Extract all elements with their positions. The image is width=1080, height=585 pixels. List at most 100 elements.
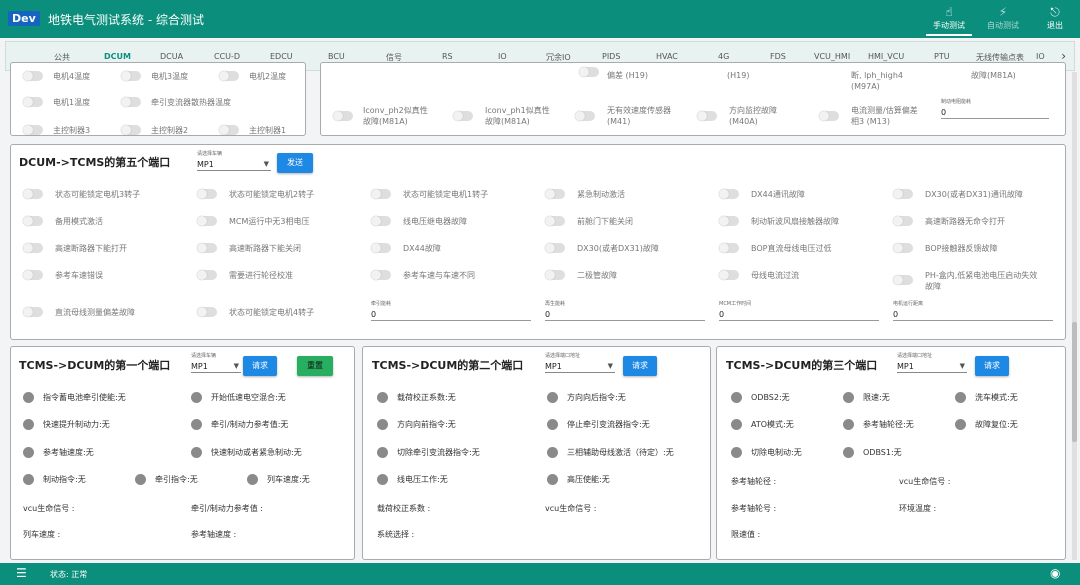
auto-test-button[interactable]: ⚡ 自动测试: [980, 4, 1026, 36]
toggle-switch[interactable]: [23, 71, 43, 81]
toggle-switch[interactable]: [197, 307, 217, 317]
tab-pids[interactable]: PIDS: [602, 52, 620, 61]
toggle-switch[interactable]: [719, 270, 739, 280]
toggle-switch[interactable]: [719, 189, 739, 199]
toggle-switch[interactable]: [579, 67, 599, 77]
port5-panel: DCUM->TCMS的第五个端口 请选择车辆 MP1 ▼ 发送 状态可能锁定电机3转…: [10, 144, 1066, 340]
request-button[interactable]: 请求: [975, 356, 1009, 376]
toggle-switch[interactable]: [23, 307, 43, 317]
toggle-switch[interactable]: [23, 216, 43, 226]
app-header: Dev 地铁电气测试系统 - 综合测试 ☝ 手动测试 ⚡ 自动测试 ⎋ 退出: [0, 0, 1080, 38]
request-button[interactable]: 请求: [243, 356, 277, 376]
toggle-switch[interactable]: [893, 243, 913, 253]
toggle-switch[interactable]: [545, 189, 565, 199]
tab-io[interactable]: IO: [498, 52, 507, 61]
toggle-switch[interactable]: [219, 125, 239, 135]
toggle-switch[interactable]: [371, 216, 391, 226]
chevron-down-icon: ▼: [959, 362, 965, 370]
toggle-switch[interactable]: [371, 189, 391, 199]
toggle-label: (H19): [727, 71, 750, 80]
tab-dcua[interactable]: DCUA: [160, 52, 183, 61]
toggle-switch[interactable]: [23, 189, 43, 199]
mcm-worktime-field[interactable]: MCM工作时间 0: [719, 301, 879, 321]
send-button[interactable]: 发送: [277, 153, 313, 173]
manual-test-button[interactable]: ☝ 手动测试: [926, 4, 972, 36]
toggle-switch[interactable]: [371, 243, 391, 253]
tab-vcu-hmi[interactable]: VCU_HMI: [814, 52, 850, 61]
traction-energy-field[interactable]: 牵引能耗 0: [371, 301, 531, 321]
toggle-switch[interactable]: [719, 243, 739, 253]
vertical-scrollbar[interactable]: [1072, 72, 1077, 560]
chevron-right-icon[interactable]: ›: [1061, 49, 1066, 63]
tab-io-2[interactable]: IO: [1036, 52, 1045, 61]
toggle-switch[interactable]: [333, 111, 353, 121]
toggle-label: 电机3温度: [151, 72, 189, 81]
toggle-switch[interactable]: [121, 97, 141, 107]
request-button[interactable]: 请求: [623, 356, 657, 376]
toggle-switch[interactable]: [121, 71, 141, 81]
toggle-switch[interactable]: [371, 270, 391, 280]
port-address-select[interactable]: 请选择端口地址 MP1 ▼: [897, 353, 967, 373]
toggle-switch[interactable]: [893, 189, 913, 199]
toggle-switch[interactable]: [219, 71, 239, 81]
status-indicator: [547, 474, 558, 485]
status-indicator: [377, 474, 388, 485]
toggle-switch[interactable]: [197, 216, 217, 226]
vehicle-select[interactable]: 请选择车辆 MP1 ▼: [197, 151, 271, 171]
indicator-label: 列车速度:无: [267, 475, 310, 484]
tab-edcu[interactable]: EDCU: [270, 52, 293, 61]
status-indicator: [843, 447, 854, 458]
eye-icon[interactable]: ◉: [1050, 566, 1060, 580]
menu-icon[interactable]: ☰: [16, 566, 27, 580]
toggle-switch[interactable]: [23, 125, 43, 135]
tab-hmi-vcu[interactable]: HMI_VCU: [868, 52, 904, 61]
toggle-switch[interactable]: [197, 189, 217, 199]
toggle-switch[interactable]: [121, 125, 141, 135]
toggle-switch[interactable]: [893, 275, 913, 285]
toggle-switch[interactable]: [545, 270, 565, 280]
status-indicator: [843, 392, 854, 403]
status-indicator: [23, 447, 34, 458]
tab-hvac[interactable]: HVAC: [656, 52, 678, 61]
regen-energy-field[interactable]: 再生能耗 0: [545, 301, 705, 321]
tab-ptu[interactable]: PTU: [934, 52, 950, 61]
indicator-label: 洗车模式:无: [975, 393, 1018, 402]
toggle-switch[interactable]: [23, 243, 43, 253]
port-address-select[interactable]: 请选择端口地址 MP1 ▼: [545, 353, 615, 373]
toggle-label: PH-盒内,低紧电池电压启动失效 故障: [925, 271, 1038, 291]
tab-4g[interactable]: 4G: [718, 52, 729, 61]
tab-ccu-d[interactable]: CCU-D: [214, 52, 240, 61]
exit-button[interactable]: ⎋ 退出: [1032, 4, 1078, 36]
toggle-switch[interactable]: [23, 270, 43, 280]
toggle-switch[interactable]: [453, 111, 473, 121]
toggle-label: 制动斩波风扇接触器故障: [751, 217, 839, 226]
toggle-switch[interactable]: [545, 243, 565, 253]
toggle-switch[interactable]: [893, 216, 913, 226]
tab-fds[interactable]: FDS: [770, 52, 786, 61]
toggle-switch[interactable]: [197, 270, 217, 280]
indicator-label: 制动指令:无: [43, 475, 86, 484]
ref-wheel-diameter-field: 参考轴轮径 :: [731, 477, 777, 486]
toggle-switch[interactable]: [719, 216, 739, 226]
vehicle-select[interactable]: 请选择车辆 MP1 ▼: [191, 353, 241, 373]
status-indicator: [843, 419, 854, 430]
toggle-switch[interactable]: [819, 111, 839, 121]
indicator-label: 牵引指令:无: [155, 475, 198, 484]
traction-brake-ref-field: 牵引/制动力参考值 :: [191, 504, 263, 513]
reset-button[interactable]: 重置: [297, 356, 333, 376]
toggle-switch[interactable]: [545, 216, 565, 226]
tab-rs[interactable]: RS: [442, 52, 453, 61]
vcu-life-signal-field: vcu生命信号 :: [899, 477, 951, 486]
speed-limit-field: 限速值 :: [731, 530, 761, 539]
toggle-switch[interactable]: [575, 111, 595, 121]
motor-distance-field[interactable]: 电机运行距离 0: [893, 301, 1053, 321]
status-indicator: [247, 474, 258, 485]
tab-bcu[interactable]: BCU: [328, 52, 345, 61]
toggle-label: 牵引变流器散热器温度: [151, 98, 231, 107]
toggle-switch[interactable]: [697, 111, 717, 121]
toggle-switch[interactable]: [197, 243, 217, 253]
tab-dcum[interactable]: DCUM: [104, 52, 131, 61]
toggle-switch[interactable]: [23, 97, 43, 107]
brake-resistor-energy-field[interactable]: 制动电阻能耗 0: [941, 99, 1049, 119]
scrollbar-thumb[interactable]: [1072, 322, 1077, 442]
